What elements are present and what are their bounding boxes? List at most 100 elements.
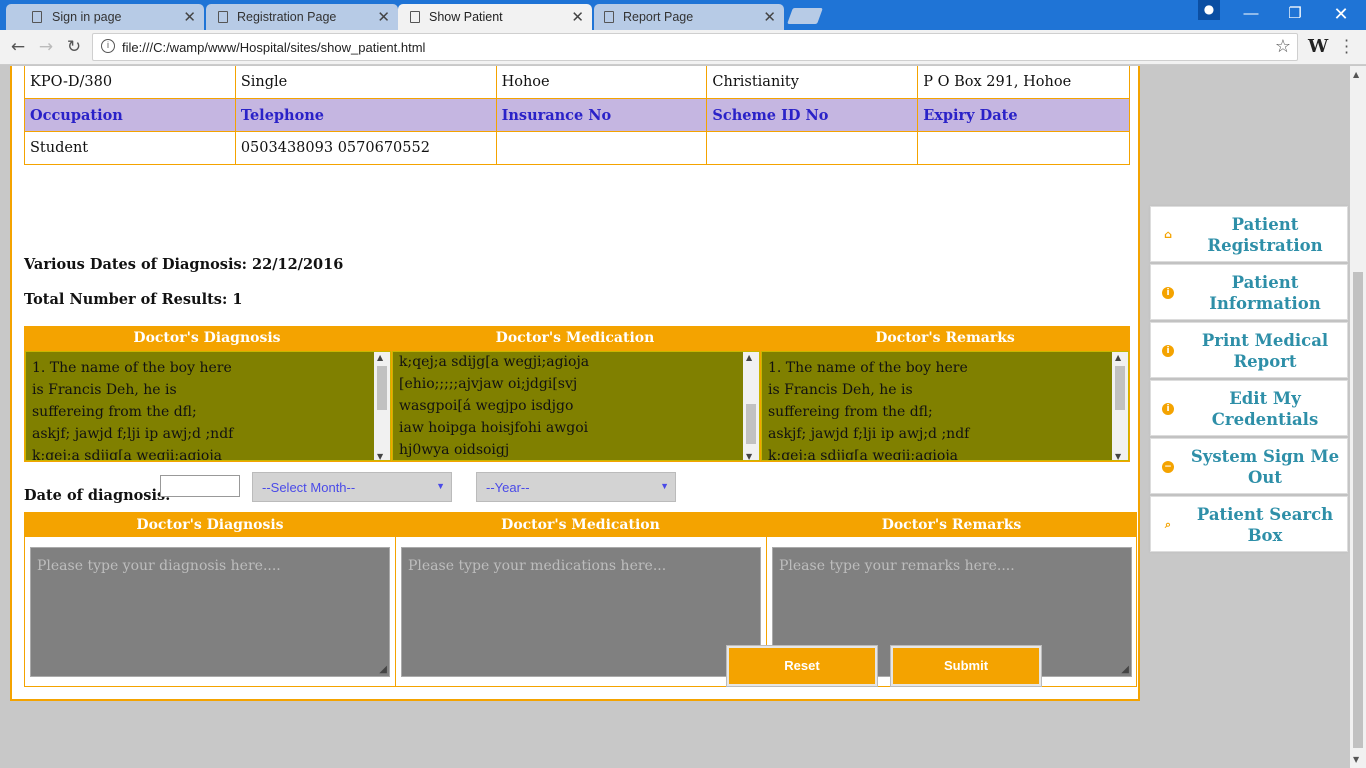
scrollbar[interactable]: ▲ ▼ (1112, 352, 1128, 460)
table-row: KPO-D/380 Single Hohoe Christianity P O … (24, 66, 1130, 99)
close-window-button[interactable]: ✕ (1318, 0, 1364, 30)
medication-placeholder: Please type your medications here... (408, 558, 667, 574)
tab-label: Report Page (623, 10, 694, 24)
year-select[interactable]: --Year-- ▼ (476, 472, 676, 502)
star-icon[interactable]: ☆ (1275, 36, 1291, 57)
new-tab-button[interactable] (787, 8, 823, 24)
reset-button[interactable]: Reset (727, 646, 877, 686)
tab-registration[interactable]: Registration Page ✕ (206, 4, 398, 30)
date-input[interactable] (160, 475, 240, 497)
month-select-value: --Select Month-- (262, 480, 356, 495)
tab-show-patient[interactable]: Show Patient ✕ (398, 4, 592, 30)
column-header: Telephone (234, 98, 497, 132)
menu-icon[interactable]: · · · (1344, 33, 1349, 61)
url-text: file:///C:/wamp/www/Hospital/sites/show_… (122, 40, 426, 55)
resize-grip-icon[interactable]: ◢ (379, 664, 387, 675)
scroll-up-icon[interactable]: ▲ (746, 353, 752, 362)
info-icon: i (1162, 287, 1174, 299)
scroll-up-icon[interactable]: ▲ (1115, 353, 1121, 362)
reload-icon[interactable]: ↻ (63, 36, 85, 58)
medication-result-text: k;qej;a sdijg[a wegji;agioja [ehio;;;;;a… (399, 354, 590, 458)
header-row: Occupation Telephone Insurance No Scheme… (24, 98, 1130, 132)
close-icon[interactable]: ✕ (763, 8, 776, 26)
table-cell (495, 131, 708, 165)
table-cell: 0503438093 0570670552 (234, 131, 497, 165)
column-header: Doctor's Remarks (881, 517, 1022, 533)
minus-circle-icon: − (1162, 461, 1174, 473)
scroll-up-icon[interactable]: ▲ (1353, 70, 1359, 79)
total-results-text: Total Number of Results: 1 (24, 291, 243, 308)
submit-button[interactable]: Submit (891, 646, 1041, 686)
column-header: Doctor's Diagnosis (133, 330, 281, 346)
tab-label: Registration Page (237, 10, 337, 24)
table-cell: Single (234, 66, 497, 99)
scroll-thumb[interactable] (377, 366, 387, 410)
info-icon: i (1162, 403, 1174, 415)
close-icon[interactable]: ✕ (377, 8, 390, 26)
table-cell: Hohoe (495, 66, 708, 99)
diagnosis-result-box[interactable]: 1. The name of the boy here is Francis D… (25, 351, 391, 461)
diagnosis-result-text: 1. The name of the boy here is Francis D… (32, 360, 234, 461)
resize-grip-icon[interactable]: ◢ (1121, 664, 1129, 675)
page-scrollbar[interactable]: ▲ ▼ (1350, 66, 1366, 768)
minimize-button[interactable]: — (1228, 0, 1274, 30)
info-icon[interactable]: i (101, 39, 115, 53)
menu-item-label: System Sign Me Out (1190, 447, 1340, 487)
column-header: Insurance No (495, 98, 708, 132)
menu-item-sign-out[interactable]: − System Sign Me Out (1150, 438, 1348, 494)
search-icon: ⌕ (1164, 518, 1172, 531)
tab-label: Sign in page (52, 10, 122, 24)
extension-w-icon[interactable]: W (1308, 36, 1328, 57)
restore-button[interactable]: ❐ (1272, 0, 1318, 30)
chevron-down-icon: ▼ (436, 481, 445, 491)
scroll-thumb[interactable] (1353, 272, 1363, 748)
scroll-thumb[interactable] (1115, 366, 1125, 410)
column-header: Doctor's Remarks (875, 330, 1015, 346)
table-cell: P O Box 291, Hohoe (917, 66, 1130, 99)
column-header: Expiry Date (917, 98, 1130, 132)
remarks-result-box[interactable]: 1. The name of the boy here is Francis D… (761, 351, 1129, 461)
back-arrow-icon[interactable]: ← (7, 36, 29, 58)
profile-icon[interactable]: ● (1198, 0, 1220, 20)
year-select-value: --Year-- (486, 480, 530, 495)
scroll-thumb[interactable] (746, 404, 756, 444)
tab-label: Show Patient (429, 10, 503, 24)
menu-item-edit-credentials[interactable]: i Edit My Credentials (1150, 380, 1348, 436)
menu-item-label: Patient Registration (1207, 215, 1323, 255)
document-icon (410, 11, 420, 23)
diagnosis-textarea[interactable]: Please type your diagnosis here.... ◢ (30, 547, 390, 677)
remarks-placeholder: Please type your remarks here.... (779, 558, 1015, 574)
close-icon[interactable]: ✕ (571, 8, 584, 26)
scroll-down-icon[interactable]: ▼ (377, 452, 383, 460)
scroll-down-icon[interactable]: ▼ (746, 452, 752, 460)
menu-item-patient-search[interactable]: ⌕ Patient Search Box (1150, 496, 1348, 552)
close-icon[interactable]: ✕ (183, 8, 196, 26)
browser-tab-bar: Sign in page ✕ Registration Page ✕ Show … (0, 0, 1366, 30)
forward-arrow-icon[interactable]: → (35, 36, 57, 58)
tab-report[interactable]: Report Page ✕ (594, 4, 784, 30)
diagnosis-placeholder: Please type your diagnosis here.... (37, 558, 281, 574)
table-cell: Student (24, 131, 236, 165)
address-bar[interactable]: i file:///C:/wamp/www/Hospital/sites/sho… (92, 33, 1298, 61)
column-header: Doctor's Diagnosis (136, 517, 284, 533)
scroll-down-icon[interactable]: ▼ (1115, 452, 1121, 460)
home-icon: ⌂ (1164, 228, 1172, 241)
month-select[interactable]: --Select Month-- ▼ (252, 472, 452, 502)
scrollbar[interactable]: ▲ ▼ (743, 352, 759, 460)
menu-item-patient-registration[interactable]: ⌂ Patient Registration (1150, 206, 1348, 262)
patient-info-table: KPO-D/380 Single Hohoe Christianity P O … (24, 66, 1130, 165)
table-cell (706, 131, 919, 165)
tab-sign-in[interactable]: Sign in page ✕ (6, 4, 204, 30)
scroll-up-icon[interactable]: ▲ (377, 353, 383, 362)
menu-item-print-medical-report[interactable]: i Print Medical Report (1150, 322, 1348, 378)
chevron-down-icon: ▼ (660, 481, 669, 491)
results-table: Doctor's Diagnosis Doctor's Medication D… (24, 326, 1130, 462)
menu-item-label: Print Medical Report (1201, 331, 1329, 371)
patient-card: KPO-D/380 Single Hohoe Christianity P O … (10, 66, 1140, 701)
menu-item-label: Patient Information (1209, 273, 1321, 313)
scroll-down-icon[interactable]: ▼ (1353, 755, 1359, 764)
medication-result-box[interactable]: k;qej;a sdijg[a wegji;agioja [ehio;;;;;a… (392, 351, 760, 461)
medication-textarea[interactable]: Please type your medications here... ◢ (401, 547, 761, 677)
menu-item-patient-information[interactable]: i Patient Information (1150, 264, 1348, 320)
scrollbar[interactable]: ▲ ▼ (374, 352, 390, 460)
